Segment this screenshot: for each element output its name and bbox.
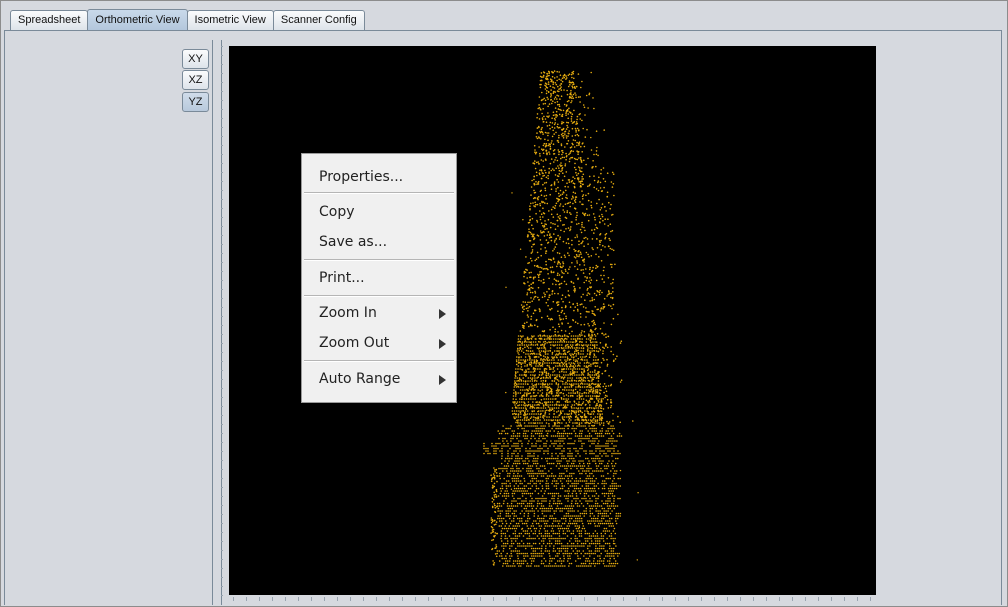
- menu-item-copy-label: Copy: [319, 204, 355, 220]
- menu-item-auto-range[interactable]: Auto Range: [302, 366, 456, 392]
- menu-item-properties-label: Properties...: [319, 169, 404, 185]
- menu-separator: [304, 360, 454, 362]
- menu-item-zoom-out[interactable]: Zoom Out: [302, 330, 456, 356]
- tab-scanner-config[interactable]: Scanner Config: [272, 10, 365, 30]
- submenu-arrow-icon: [439, 375, 446, 385]
- vertical-axis-ruler: [212, 40, 223, 605]
- menu-item-properties[interactable]: Properties...: [302, 164, 456, 190]
- tab-orthometric-view[interactable]: Orthometric View: [87, 9, 188, 30]
- menu-item-auto-range-label: Auto Range: [319, 371, 401, 387]
- menu-separator: [304, 259, 454, 261]
- menu-item-save-as[interactable]: Save as...: [302, 229, 456, 255]
- context-menu: Properties... Copy Save as... Print... Z…: [301, 153, 457, 403]
- tab-spreadsheet[interactable]: Spreadsheet: [10, 10, 89, 30]
- menu-item-save-as-label: Save as...: [319, 234, 388, 250]
- menu-item-print-label: Print...: [319, 270, 365, 286]
- view-xz-button[interactable]: XZ: [182, 70, 209, 90]
- submenu-arrow-icon: [439, 309, 446, 319]
- menu-item-copy[interactable]: Copy: [302, 199, 456, 225]
- menu-item-zoom-in-label: Zoom In: [319, 305, 377, 321]
- menu-item-zoom-in[interactable]: Zoom In: [302, 300, 456, 326]
- menu-separator: [304, 192, 454, 194]
- submenu-arrow-icon: [439, 339, 446, 349]
- view-xy-button[interactable]: XY: [182, 49, 209, 69]
- menu-item-zoom-out-label: Zoom Out: [319, 335, 390, 351]
- view-yz-button[interactable]: YZ: [182, 92, 209, 112]
- tab-isometric-view[interactable]: Isometric View: [186, 10, 274, 30]
- menu-separator: [304, 295, 454, 297]
- tab-bar: Spreadsheet Orthometric View Isometric V…: [10, 9, 365, 30]
- horizontal-axis-ruler: [229, 597, 876, 605]
- menu-item-print[interactable]: Print...: [302, 265, 456, 291]
